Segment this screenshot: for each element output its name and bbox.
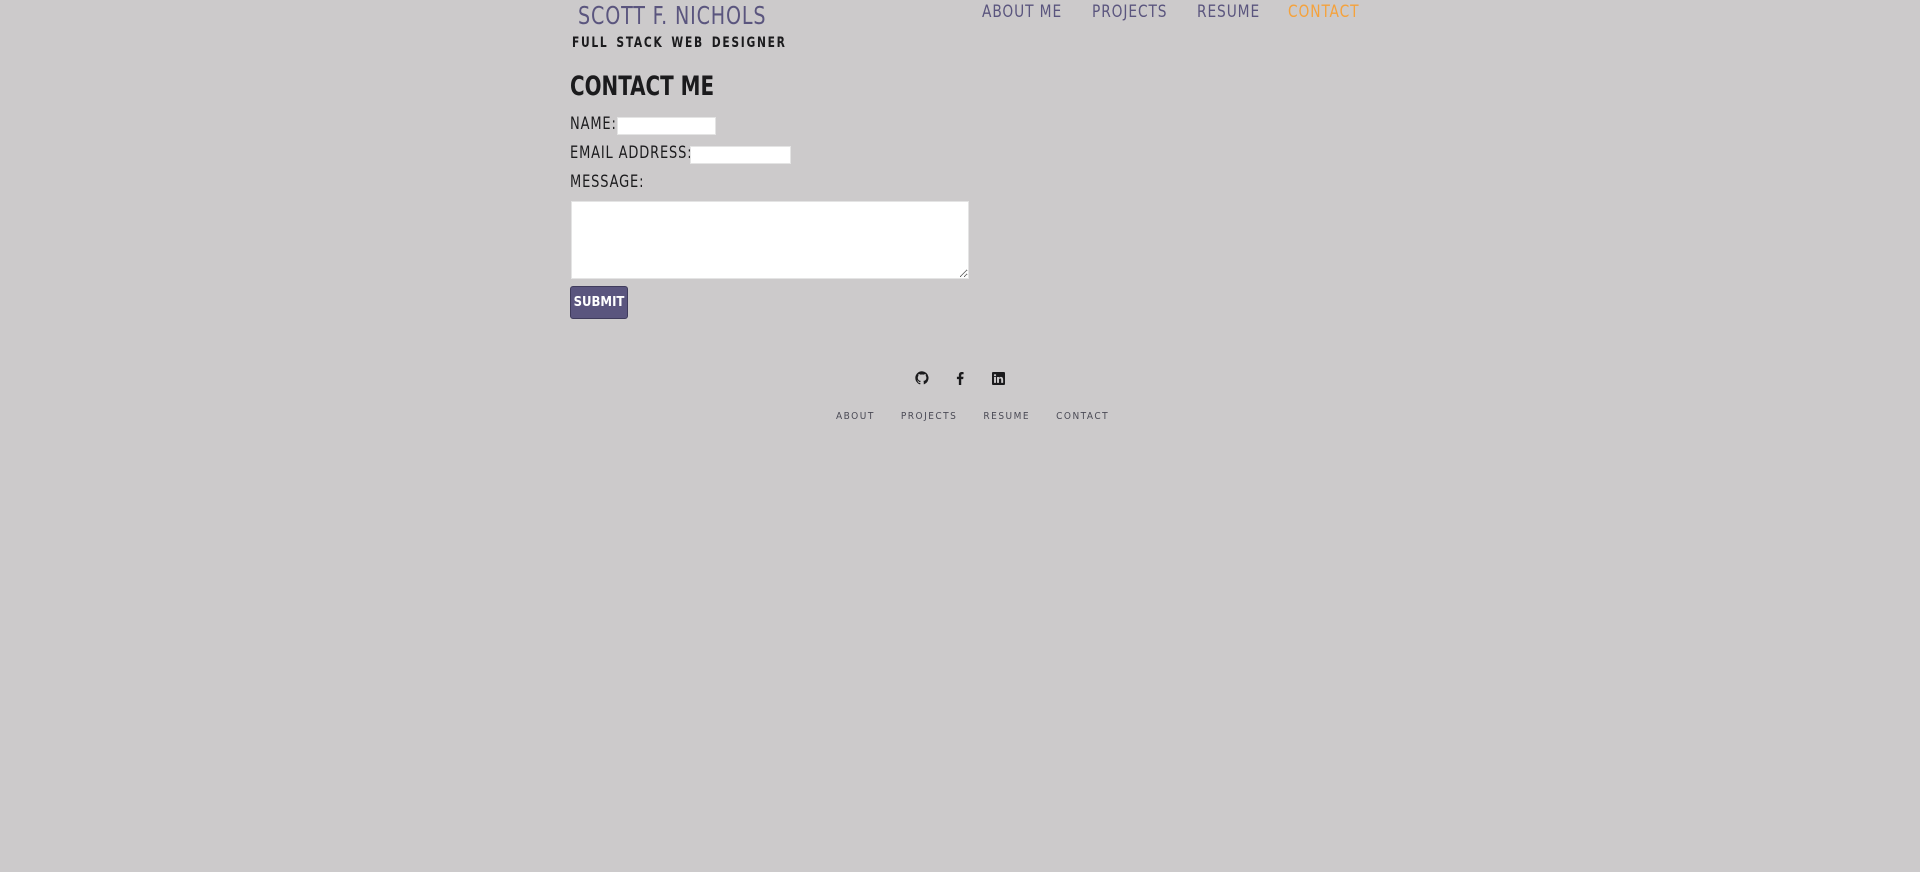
page-title: CONTACT ME — [570, 71, 715, 102]
page: SCOTT F. NICHOLS FULL STACK WEB DESIGNER… — [0, 0, 1920, 872]
footer-link-about[interactable]: ABOUT — [836, 410, 875, 424]
footer-nav: ABOUT PROJECTS RESUME CONTACT — [836, 410, 1135, 424]
site-title: SCOTT F. NICHOLS — [578, 1, 767, 30]
facebook-icon[interactable] — [952, 370, 968, 386]
footer-link-resume[interactable]: RESUME — [983, 410, 1030, 424]
submit-button[interactable]: SUBMIT — [570, 286, 628, 319]
footer-link-contact[interactable]: CONTACT — [1056, 410, 1109, 424]
email-label: EMAIL ADDRESS: — [570, 143, 693, 163]
nav-link-about[interactable]: ABOUT ME — [982, 1, 1062, 25]
email-field[interactable] — [690, 146, 791, 164]
top-nav: ABOUT ME PROJECTS RESUME CONTACT — [982, 1, 1388, 25]
name-label: NAME: — [570, 114, 617, 134]
name-field[interactable] — [617, 117, 716, 135]
site-tagline: FULL STACK WEB DESIGNER — [572, 35, 787, 51]
github-icon[interactable] — [914, 370, 930, 386]
linkedin-icon[interactable] — [990, 370, 1006, 386]
nav-link-projects[interactable]: PROJECTS — [1092, 1, 1167, 25]
message-label: MESSAGE: — [570, 172, 645, 192]
social-links — [914, 370, 1006, 386]
message-textarea[interactable] — [571, 201, 969, 279]
nav-link-resume[interactable]: RESUME — [1197, 1, 1260, 25]
footer-link-projects[interactable]: PROJECTS — [901, 410, 958, 424]
nav-link-contact[interactable]: CONTACT — [1288, 1, 1359, 25]
